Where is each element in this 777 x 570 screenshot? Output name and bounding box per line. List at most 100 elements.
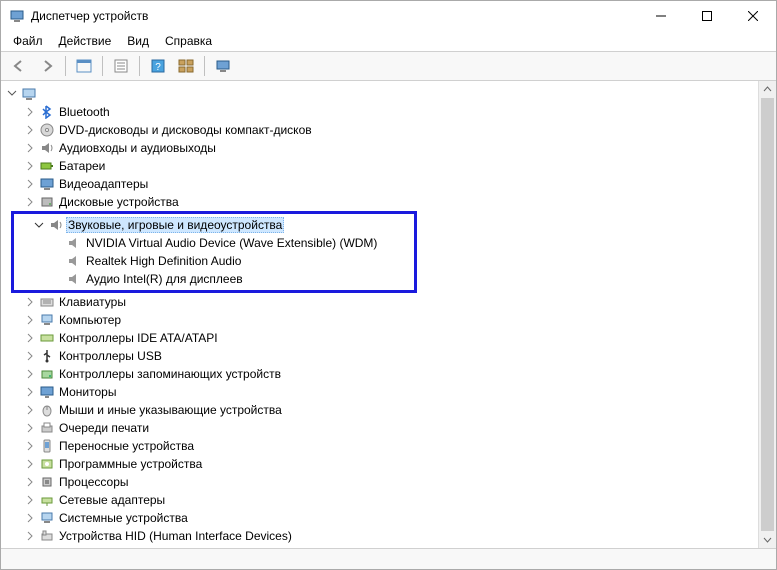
tree-category[interactable]: Очереди печати [23,419,758,437]
tree-category[interactable]: Клавиатуры [23,293,758,311]
menu-view[interactable]: Вид [119,32,157,50]
expand-icon[interactable] [23,331,37,345]
tree-category-label: Аудиовходы и аудиовыходы [59,141,216,155]
menu-action[interactable]: Действие [51,32,120,50]
expand-icon[interactable] [23,159,37,173]
usb-icon [39,348,55,364]
tree-category[interactable]: Устройства HID (Human Interface Devices) [23,527,758,545]
tree-category[interactable]: Видеоадаптеры [23,175,758,193]
tree-category-label: Мониторы [59,385,116,399]
imaging-icon [39,546,55,548]
tree-category[interactable]: Дисковые устройства [23,193,758,211]
toolbar-scan-button[interactable] [210,54,236,78]
expand-icon[interactable] [23,349,37,363]
expand-icon[interactable] [23,195,37,209]
tree-device-label: NVIDIA Virtual Audio Device (Wave Extens… [86,236,377,250]
menu-file[interactable]: Файл [5,32,51,50]
tree-category-label: Контроллеры IDE ATA/ATAPI [59,331,218,345]
tree-category[interactable]: Процессоры [23,473,758,491]
expand-icon[interactable] [23,123,37,137]
expand-icon[interactable] [23,105,37,119]
tree-category-label: Дисковые устройства [59,195,179,209]
window-title: Диспетчер устройств [31,9,148,23]
tree-category[interactable]: Батареи [23,157,758,175]
tree-category-label: Контроллеры USB [59,349,162,363]
scroll-thumb[interactable] [761,98,774,531]
tree-category[interactable]: Сетевые адаптеры [23,491,758,509]
toolbar-separator [204,56,205,76]
expand-icon[interactable] [5,87,19,101]
toolbar-help-button[interactable]: ? [145,54,171,78]
expand-icon[interactable] [23,141,37,155]
tree-category[interactable]: DVD-дисководы и дисководы компакт-дисков [23,121,758,139]
mouse-icon [39,402,55,418]
tree-category-label: Батареи [59,159,105,173]
tree-category[interactable]: Аудиовходы и аудиовыходы [23,139,758,157]
toolbar-forward-button[interactable] [34,54,60,78]
highlight-box: Звуковые, игровые и видеоустройства NVIDI… [11,211,417,293]
scroll-up-button[interactable] [759,81,776,98]
tree-device[interactable]: Аудио Intel(R) для дисплеев [64,270,414,288]
tree-category[interactable]: Контроллеры USB [23,347,758,365]
tree-category-label: Компьютер [59,313,121,327]
tree-category[interactable]: Контроллеры запоминающих устройств [23,365,758,383]
toolbar-properties-button[interactable] [108,54,134,78]
expand-icon[interactable] [23,385,37,399]
expand-icon[interactable] [23,421,37,435]
keyboard-icon [39,294,55,310]
system-icon [39,510,55,526]
tree-category[interactable]: Системные устройства [23,509,758,527]
expand-icon[interactable] [23,511,37,525]
expand-icon[interactable] [23,529,37,543]
tree-category[interactable]: Звуковые, игровые и видеоустройства [32,216,414,234]
toolbar-show-hidden-button[interactable] [71,54,97,78]
hid-icon [39,528,55,544]
tree-category[interactable]: Устройства обработки изображений [23,545,758,548]
collapse-icon[interactable] [32,218,46,232]
tree-category[interactable]: Мониторы [23,383,758,401]
minimize-button[interactable] [638,1,684,31]
maximize-button[interactable] [684,1,730,31]
software-icon [39,456,55,472]
tree-category-label: Устройства обработки изображений [59,547,260,548]
menubar: Файл Действие Вид Справка [1,31,776,51]
tree-category[interactable]: Контроллеры IDE ATA/ATAPI [23,329,758,347]
tree-category-label: Bluetooth [59,105,110,119]
tree-category[interactable]: Мыши и иные указывающие устройства [23,401,758,419]
expand-icon[interactable] [23,313,37,327]
scroll-down-button[interactable] [759,531,776,548]
expand-icon[interactable] [23,547,37,548]
expand-icon[interactable] [23,493,37,507]
vertical-scrollbar[interactable] [758,81,776,548]
tree-root[interactable] [5,85,758,103]
device-tree[interactable]: Bluetooth DVD-дисководы и дисководы компа… [1,81,758,548]
toolbar-icons-button[interactable] [173,54,199,78]
toolbar-separator [139,56,140,76]
tree-category-label: Клавиатуры [59,295,126,309]
tree-category[interactable]: Программные устройства [23,455,758,473]
expand-icon[interactable] [23,367,37,381]
toolbar-back-button[interactable] [6,54,32,78]
expand-icon[interactable] [23,439,37,453]
close-button[interactable] [730,1,776,31]
tree-category[interactable]: Переносные устройства [23,437,758,455]
statusbar [1,548,776,569]
menu-help[interactable]: Справка [157,32,220,50]
tree-category-label: Устройства HID (Human Interface Devices) [59,529,292,543]
expand-icon[interactable] [23,457,37,471]
tree-device[interactable]: Realtek High Definition Audio [64,252,414,270]
dvd-icon [39,122,55,138]
titlebar: Диспетчер устройств [1,1,776,31]
disk-icon [39,194,55,210]
expand-icon[interactable] [23,177,37,191]
tree-category-label: Процессоры [59,475,129,489]
tree-category-label: Переносные устройства [59,439,194,453]
cpu-icon [39,474,55,490]
expand-icon[interactable] [23,475,37,489]
tree-category[interactable]: Компьютер [23,311,758,329]
expand-icon[interactable] [23,403,37,417]
tree-category[interactable]: Bluetooth [23,103,758,121]
tree-device[interactable]: NVIDIA Virtual Audio Device (Wave Extens… [64,234,414,252]
speaker-icon [66,235,82,251]
expand-icon[interactable] [23,295,37,309]
